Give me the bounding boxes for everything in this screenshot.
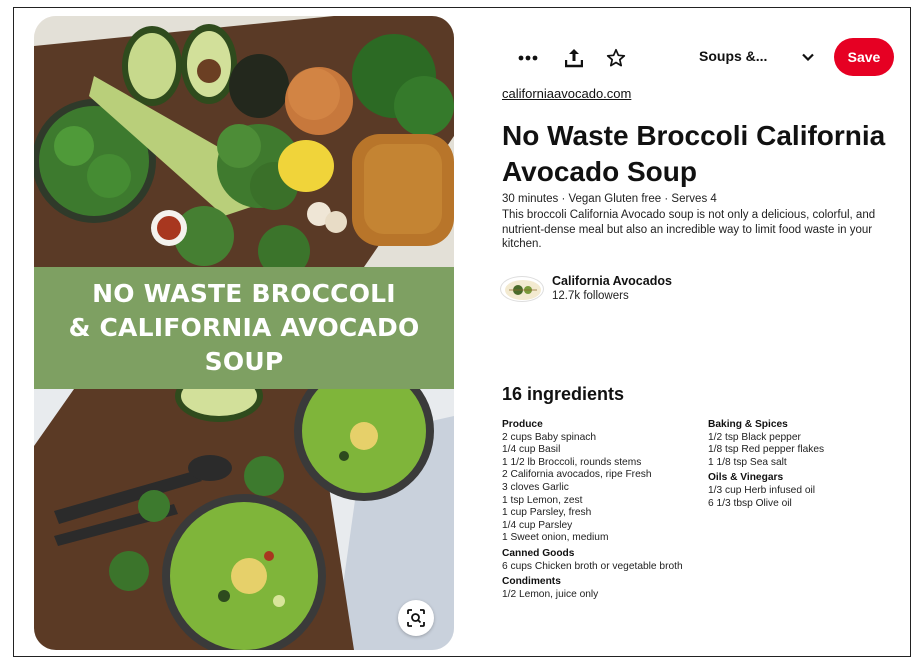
star-icon [606, 48, 626, 67]
creator-followers: 12.7k followers [552, 290, 629, 302]
ingredient-item: 1/3 cup Herb infused oil [708, 484, 816, 496]
visual-search-button[interactable] [398, 600, 434, 636]
board-select[interactable]: Soups &... [699, 48, 767, 64]
creator-avatar[interactable] [500, 276, 544, 302]
california-avocados-logo-icon [505, 280, 541, 300]
ingredient-group-heading: Canned Goods [502, 547, 575, 559]
more-dots-icon [518, 55, 538, 61]
ingredients-column-left: Produce 2 cups Baby spinach 1/4 cup Basil 1… [502, 419, 692, 601]
banner-line-2: & CALIFORNIA AVOCADO [68, 313, 420, 342]
board-dropdown-button[interactable] [796, 45, 820, 69]
ingredient-item: 1 Sweet onion, medium [502, 532, 609, 544]
ingredient-item: 6 cups Chicken broth or vegetable broth [502, 560, 683, 572]
ingredient-item: 1/4 cup Parsley [502, 519, 573, 531]
pin-title: No Waste Broccoli California Avocado Sou… [502, 120, 886, 187]
ingredient-item: 1 tsp Lemon, zest [502, 494, 583, 506]
ingredient-item: 2 cups Baby spinach [502, 431, 597, 443]
ingredient-item: 2 California avocados, ripe Fresh [502, 469, 652, 481]
ingredient-item: 1/2 Lemon, juice only [502, 588, 599, 600]
save-button[interactable]: Save [834, 38, 894, 76]
recipe-meta: 30 minutes · Vegan Gluten free · Serves … [502, 193, 717, 205]
visual-search-icon [407, 609, 425, 627]
pin-description: This broccoli California Avocado soup is… [502, 209, 876, 250]
ingredient-item: 1 cup Parsley, fresh [502, 507, 592, 519]
ingredient-item: 1/8 tsp Red pepper flakes [708, 444, 825, 456]
ingredients-title: 16 ingredients [502, 384, 625, 404]
ingredient-group-heading: Baking & Spices [708, 419, 788, 430]
ingredient-item: 1 1/2 lb Broccoli, rounds stems [502, 456, 642, 468]
source-link[interactable]: californiaavocado.com [502, 86, 631, 101]
ingredient-item: 1 1/8 tsp Sea salt [708, 456, 787, 468]
ingredient-group-heading: Oils & Vinegars [708, 472, 784, 484]
creator-name[interactable]: California Avocados [552, 274, 672, 288]
ingredient-group-heading: Produce [502, 419, 543, 430]
chevron-down-icon [802, 53, 814, 61]
ingredients-column-right: Baking & Spices 1/2 tsp Black pepper 1/8 t… [708, 419, 898, 510]
ingredient-item: 1/4 cup Basil [502, 444, 561, 456]
ingredient-group-heading: Condiments [502, 576, 561, 588]
share-button[interactable] [560, 44, 588, 72]
ingredient-item: 6 1/3 tbsp Olive oil [708, 497, 792, 509]
pin-closeup-frame: NO WASTE BROCCOLI & CALIFORNIA AVOCADO S… [13, 7, 911, 657]
pin-toolbar: Soups &... Save [504, 38, 904, 78]
ingredient-item: 3 cloves Garlic [502, 481, 569, 493]
pin-image[interactable]: NO WASTE BROCCOLI & CALIFORNIA AVOCADO S… [34, 16, 454, 650]
ingredient-item: 1/2 tsp Black pepper [708, 431, 801, 443]
share-upload-icon [565, 49, 583, 68]
banner-line-3: SOUP [204, 347, 284, 376]
more-options-button[interactable] [514, 44, 542, 72]
favorite-button[interactable] [602, 44, 630, 72]
pin-title-banner: NO WASTE BROCCOLI & CALIFORNIA AVOCADO S… [34, 267, 454, 389]
banner-line-1: NO WASTE BROCCOLI [92, 279, 396, 308]
